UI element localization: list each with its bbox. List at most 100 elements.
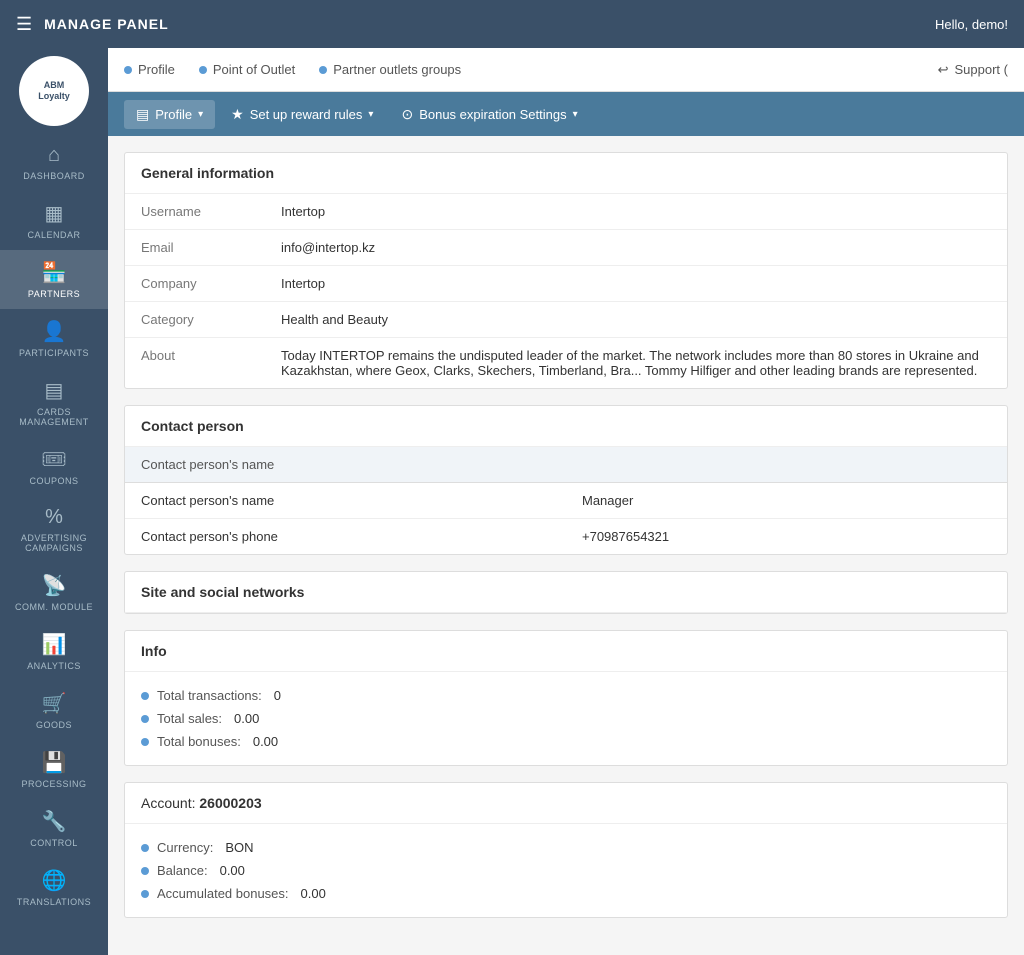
- info-section-title: Info: [125, 631, 1007, 672]
- sidebar-label-coupons: COUPONS: [29, 476, 78, 486]
- calendar-icon: ▦: [45, 201, 64, 226]
- sidebar-item-participants[interactable]: 👤 PARTICIPANTS: [0, 309, 108, 368]
- account-section: Account: 26000203 Currency: BON Balanc: [124, 782, 1008, 918]
- tab-profile-chevron: ▾: [198, 109, 203, 120]
- contact-header-value: [566, 447, 1007, 482]
- sidebar-item-calendar[interactable]: ▦ CALENDAR: [0, 191, 108, 250]
- tab-profile-label: Profile: [155, 107, 192, 122]
- logo-text: ABMLoyalty: [38, 80, 70, 102]
- translations-icon: 🌐: [42, 868, 67, 893]
- accumulated-label: Accumulated bonuses:: [157, 886, 289, 901]
- company-row: Company Intertop: [125, 266, 1007, 302]
- control-icon: 🔧: [42, 809, 67, 834]
- total-transactions-item: Total transactions: 0: [141, 684, 991, 707]
- total-sales-item: Total sales: 0.00: [141, 707, 991, 730]
- support-icon: ↩: [938, 62, 949, 78]
- subnav-profile[interactable]: Profile: [124, 62, 175, 77]
- contact-section-title: Contact person: [125, 406, 1007, 447]
- about-row: About Today INTERTOP remains the undispu…: [125, 338, 1007, 388]
- participants-icon: 👤: [42, 319, 67, 344]
- account-title: Account: 26000203: [125, 783, 1007, 823]
- tab-reward-rules[interactable]: ★ Set up reward rules ▾: [219, 100, 385, 129]
- transactions-label: Total transactions:: [157, 688, 262, 703]
- subnav-dot-partner-groups: [319, 66, 327, 74]
- tab-reward-icon: ★: [231, 106, 244, 123]
- sidebar-item-coupons[interactable]: 🎟 COUPONS: [0, 437, 108, 496]
- subnav-outlet[interactable]: Point of Outlet: [199, 62, 295, 77]
- subnav-dot-outlet: [199, 66, 207, 74]
- sidebar-item-analytics[interactable]: 📊 ANALYTICS: [0, 622, 108, 681]
- currency-item: Currency: BON: [141, 836, 991, 859]
- bonuses-value: 0.00: [253, 734, 278, 749]
- sidebar-label-goods: GOODS: [36, 720, 72, 730]
- processing-icon: 💾: [42, 750, 67, 775]
- tab-reward-chevron: ▾: [368, 109, 373, 120]
- advertising-icon: %: [45, 506, 63, 529]
- info-list: Total transactions: 0 Total sales: 0.00 …: [125, 672, 1007, 765]
- sidebar-item-cards[interactable]: ▤ CARDS MANAGEMENT: [0, 368, 108, 437]
- subnav-dot-profile: [124, 66, 132, 74]
- sidebar-label-advertising: ADVERTISING CAMPAIGNS: [4, 533, 104, 553]
- tab-profile[interactable]: ▤ Profile ▾: [124, 100, 215, 129]
- sidebar-item-dashboard[interactable]: ⌂ DASHBOARD: [0, 134, 108, 191]
- sidebar-item-advertising[interactable]: % ADVERTISING CAMPAIGNS: [0, 496, 108, 563]
- info-section: Info Total transactions: 0 Total sales: …: [124, 630, 1008, 766]
- sidebar-item-partners[interactable]: 🏪 PARTNERS: [0, 250, 108, 309]
- bullet-transactions: [141, 692, 149, 700]
- subnav-label-outlet: Point of Outlet: [213, 62, 295, 77]
- support-label: Support (: [955, 62, 1008, 77]
- support-link[interactable]: ↩ Support (: [938, 62, 1008, 78]
- comm-icon: 📡: [42, 573, 67, 598]
- subnav-label-profile: Profile: [138, 62, 175, 77]
- sub-nav: Profile Point of Outlet Partner outlets …: [108, 48, 1024, 92]
- greeting: Hello, demo!: [935, 17, 1008, 32]
- sidebar-item-comm[interactable]: 📡 COMM. MODULE: [0, 563, 108, 622]
- tab-reward-label: Set up reward rules: [250, 107, 363, 122]
- bullet-sales: [141, 715, 149, 723]
- accumulated-bonuses-item: Accumulated bonuses: 0.00: [141, 882, 991, 905]
- general-section-title: General information: [125, 153, 1007, 194]
- sidebar-label-processing: PROCESSING: [21, 779, 86, 789]
- tab-bonus-expiration[interactable]: ⊙ Bonus expiration Settings ▾: [389, 100, 589, 129]
- coupons-icon: 🎟: [41, 447, 66, 472]
- partners-icon: 🏪: [42, 260, 67, 285]
- contact-table: Contact person's name Contact person's n…: [125, 447, 1007, 554]
- bullet-bonuses: [141, 738, 149, 746]
- email-value: info@intertop.kz: [265, 230, 1007, 265]
- category-label: Category: [125, 302, 265, 337]
- contact-name-label: Contact person's name: [125, 483, 566, 518]
- category-value: Health and Beauty: [265, 302, 1007, 337]
- sales-value: 0.00: [234, 711, 259, 726]
- goods-icon: 🛒: [42, 691, 67, 716]
- analytics-icon: 📊: [42, 632, 67, 657]
- social-section: Site and social networks: [124, 571, 1008, 614]
- tab-bonus-chevron: ▾: [573, 109, 578, 120]
- subnav-partner-groups[interactable]: Partner outlets groups: [319, 62, 461, 77]
- about-value: Today INTERTOP remains the undisputed le…: [265, 338, 1007, 388]
- sidebar-label-translations: TRANSLATIONS: [17, 897, 91, 907]
- cards-icon: ▤: [45, 378, 64, 403]
- dashboard-icon: ⌂: [48, 144, 60, 167]
- contact-person-section: Contact person Contact person's name Con…: [124, 405, 1008, 555]
- sidebar-item-goods[interactable]: 🛒 GOODS: [0, 681, 108, 740]
- hamburger-menu[interactable]: ☰: [16, 14, 32, 35]
- tab-bar: ▤ Profile ▾ ★ Set up reward rules ▾ ⊙ Bo…: [108, 92, 1024, 136]
- sidebar-label-participants: PARTICIPANTS: [19, 348, 89, 358]
- sidebar-item-control[interactable]: 🔧 CONTROL: [0, 799, 108, 858]
- logo: ABMLoyalty: [19, 56, 89, 126]
- username-value: Intertop: [265, 194, 1007, 229]
- contact-header-name: Contact person's name: [125, 447, 566, 482]
- sidebar-label-calendar: CALENDAR: [27, 230, 80, 240]
- sidebar: ABMLoyalty ⌂ DASHBOARD ▦ CALENDAR 🏪 PART…: [0, 48, 108, 955]
- tab-bonus-icon: ⊙: [401, 106, 413, 123]
- category-row: Category Health and Beauty: [125, 302, 1007, 338]
- sidebar-label-dashboard: DASHBOARD: [23, 171, 85, 181]
- general-info-table: Username Intertop Email info@intertop.kz…: [125, 194, 1007, 388]
- sidebar-item-translations[interactable]: 🌐 TRANSLATIONS: [0, 858, 108, 917]
- sidebar-item-processing[interactable]: 💾 PROCESSING: [0, 740, 108, 799]
- balance-label: Balance:: [157, 863, 208, 878]
- currency-label: Currency:: [157, 840, 213, 855]
- accumulated-value: 0.00: [301, 886, 326, 901]
- top-bar: ☰ MANAGE PANEL Hello, demo!: [0, 0, 1024, 48]
- subnav-label-partner-groups: Partner outlets groups: [333, 62, 461, 77]
